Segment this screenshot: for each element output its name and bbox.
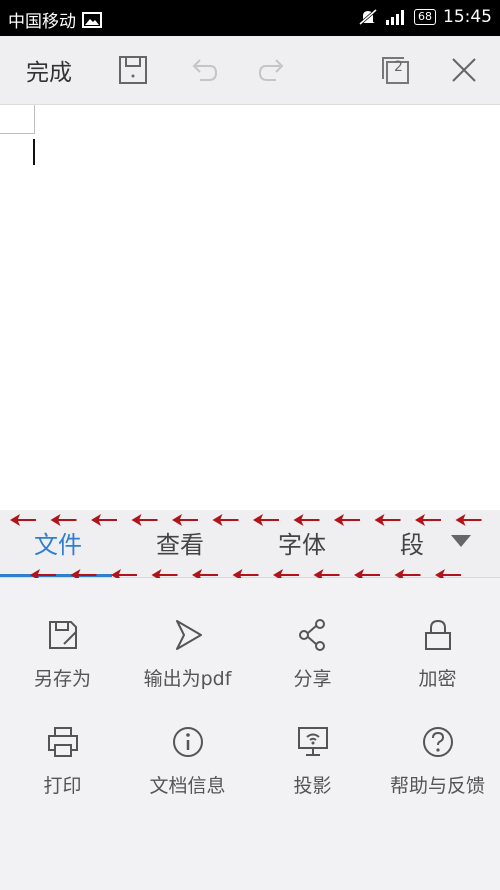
redo-icon [258, 59, 284, 81]
page-count: 2 [394, 59, 403, 75]
print-label: 打印 [43, 775, 82, 797]
print-item[interactable]: 打印 [0, 725, 125, 815]
lock-icon [425, 619, 451, 650]
text-cursor [33, 139, 35, 165]
save-as-icon [49, 621, 77, 649]
help-icon [423, 727, 453, 757]
more-tabs-button[interactable] [447, 532, 475, 550]
print-icon [48, 727, 78, 757]
active-tab-indicator [0, 574, 112, 577]
info-icon [173, 727, 203, 757]
page-margin-marker [0, 105, 35, 134]
share-icon [299, 619, 325, 651]
projection-label: 投影 [293, 775, 332, 797]
share-item[interactable]: 分享 [250, 618, 375, 708]
close-icon [452, 58, 476, 82]
help-feedback-item[interactable]: 帮助与反馈 [375, 725, 500, 815]
export-pdf-item[interactable]: 输出为pdf [125, 618, 250, 708]
export-pdf-label: 输出为pdf [143, 668, 232, 690]
export-pdf-icon [176, 620, 202, 650]
save-as-label: 另存为 [33, 668, 91, 690]
document-info-item[interactable]: 文档信息 [125, 725, 250, 815]
file-menu-panel: 另存为 输出为pdf 分享 加密 打印 文档信息 投影 帮助与反馈 [0, 578, 500, 890]
ribbon-tabs: 文件 查看 字体 段 [0, 510, 500, 578]
undo-icon [192, 59, 218, 81]
clock: 15:45 [443, 7, 492, 27]
projection-item[interactable]: 投影 [250, 725, 375, 815]
mute-icon [359, 8, 377, 26]
done-button[interactable]: 完成 [14, 36, 84, 104]
editor-toolbar: 完成 2 [0, 36, 500, 105]
save-button[interactable] [110, 36, 156, 104]
document-info-label: 文档信息 [149, 775, 226, 797]
page-switcher-button[interactable]: 2 [372, 36, 418, 104]
tab-paragraph[interactable]: 段 [400, 530, 424, 560]
triangle-down-icon [451, 535, 471, 547]
image-notification-icon [82, 11, 102, 28]
projection-icon [298, 727, 328, 756]
battery-level: 68 [414, 9, 436, 25]
document-editor[interactable] [0, 105, 500, 510]
tab-font[interactable]: 字体 [278, 530, 326, 560]
save-icon [119, 56, 147, 84]
carrier-name: 中国移动 [8, 12, 76, 32]
status-bar: 中国移动 68 15:45 [0, 0, 500, 36]
encrypt-item[interactable]: 加密 [375, 618, 500, 708]
signal-icon [386, 10, 404, 25]
encrypt-label: 加密 [418, 668, 457, 690]
redo-button[interactable] [250, 36, 296, 104]
help-feedback-label: 帮助与反馈 [389, 775, 485, 797]
close-button[interactable] [442, 36, 486, 104]
save-as-item[interactable]: 另存为 [0, 618, 125, 708]
tab-view[interactable]: 查看 [156, 530, 204, 560]
share-label: 分享 [293, 668, 332, 690]
undo-button[interactable] [180, 36, 226, 104]
tab-file[interactable]: 文件 [34, 530, 82, 560]
